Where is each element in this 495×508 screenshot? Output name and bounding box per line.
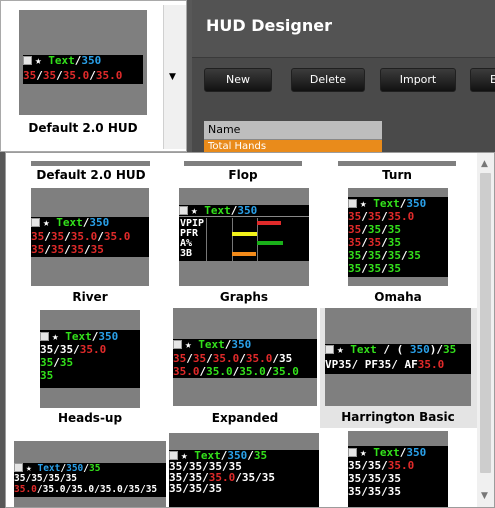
item-turn[interactable]: Turn bbox=[338, 168, 456, 182]
harrington-thumb: ★ Text / ( 350)/35 VP35/ PF35/ AF35.0 bbox=[325, 308, 471, 406]
item-omaha[interactable]: Omaha bbox=[348, 290, 448, 304]
item-default-hud[interactable]: Default 2.0 HUD bbox=[21, 168, 161, 182]
headsup-thumb: ★ Text/350 35/35/35.0 35/35 35 bbox=[40, 310, 140, 408]
list-header-name[interactable]: Name bbox=[204, 121, 382, 140]
hud-thumb-row4-2[interactable]: ★ Text/350/35 35/35/35/35 35/35/35.0/35/… bbox=[169, 433, 319, 507]
combo-hud-preview: ★ Text/350 35/35/35.0/35.0 bbox=[23, 55, 143, 84]
default-hud-thumb bbox=[31, 161, 150, 166]
combo-dropdown-button[interactable]: ▼ bbox=[163, 5, 186, 149]
item-expanded[interactable]: Expanded bbox=[173, 411, 317, 425]
item-flop[interactable]: Flop bbox=[184, 168, 302, 182]
graph-label-3b: 3B bbox=[180, 248, 193, 259]
omaha-thumb: ★ Text/350 35/35/35.0 35/35/35 35/35/35 … bbox=[348, 188, 448, 286]
hud-designer-title: HUD Designer bbox=[206, 16, 332, 35]
turn-thumb bbox=[338, 161, 456, 166]
hud-dropdown-list: Default 2.0 HUD Flop Turn ★ Text/350 35/… bbox=[5, 152, 495, 508]
hud-thumb-row4-1[interactable]: ★ Text/350/35 35/35/35/35 35.0/35.0/35.0… bbox=[14, 441, 166, 507]
row4-hud-preview-2: ★ Text/350/35 35/35/35/35 35/35/35.0/35/… bbox=[169, 450, 319, 507]
graph-bar bbox=[232, 232, 257, 236]
expanded-hud-preview: ★ Text/350 35/35/35.0/35.0/35 35.0/35.0/… bbox=[173, 339, 317, 378]
chevron-down-icon: ▼ bbox=[169, 72, 176, 82]
expanded-thumb: ★ Text/350 35/35/35.0/35.0/35 35.0/35.0/… bbox=[173, 308, 317, 406]
player-icon bbox=[173, 340, 182, 349]
graph-bar bbox=[232, 252, 256, 256]
river-thumb: ★ Text/350 35/35/35.0/35.0 35/35/35/35 bbox=[31, 188, 149, 286]
player-icon bbox=[348, 199, 357, 208]
scroll-down-icon[interactable]: ▼ bbox=[481, 491, 488, 501]
scroll-up-icon[interactable]: ▲ bbox=[481, 159, 488, 169]
graph-bar bbox=[257, 241, 283, 245]
river-hud-preview: ★ Text/350 35/35/35.0/35.0 35/35/35/35 bbox=[31, 217, 149, 257]
flop-thumb bbox=[184, 161, 302, 166]
harrington-hud-preview: ★ Text / ( 350)/35 VP35/ PF35/ AF35.0 bbox=[325, 344, 471, 374]
graph-labels: VPIP PFR A% 3B bbox=[180, 219, 204, 259]
graph-divider bbox=[206, 218, 207, 261]
graph-bar bbox=[257, 221, 281, 225]
hud-thumb-row4-3[interactable]: ★ Text/350 35/35/35.0 35/35/35 35/35/35 bbox=[348, 431, 448, 507]
new-button[interactable]: New bbox=[204, 68, 272, 92]
omaha-hud-preview: ★ Text/350 35/35/35.0 35/35/35 35/35/35 … bbox=[348, 197, 448, 277]
combo-selected-label: Default 2.0 HUD bbox=[28, 121, 138, 135]
scrollbar-thumb[interactable] bbox=[480, 173, 491, 473]
player-icon bbox=[169, 451, 178, 460]
player-icon bbox=[14, 463, 23, 472]
combo-thumb: ★ Text/350 35/35/35.0/35.0 bbox=[19, 10, 147, 115]
row4-hud-preview-3: ★ Text/350 35/35/35.0 35/35/35 35/35/35 bbox=[348, 446, 448, 507]
hud-combobox[interactable]: ★ Text/350 35/35/35.0/35.0 Default 2.0 H… bbox=[0, 0, 187, 152]
import-button[interactable]: Import bbox=[380, 68, 456, 92]
hud-designer-header: HUD Designer bbox=[192, 0, 495, 58]
export-button[interactable]: E bbox=[470, 68, 495, 92]
dropdown-scrollbar[interactable]: ▲ ▼ bbox=[477, 153, 494, 507]
item-headsup[interactable]: Heads-up bbox=[40, 411, 140, 425]
player-icon bbox=[40, 332, 49, 341]
player-icon bbox=[31, 218, 40, 227]
player-icon bbox=[23, 56, 32, 65]
headsup-hud-preview: ★ Text/350 35/35/35.0 35/35 35 bbox=[40, 330, 140, 388]
item-harrington-basic[interactable]: Harrington Basic bbox=[325, 410, 471, 424]
player-icon bbox=[179, 206, 188, 215]
row4-hud-preview-1: ★ Text/350/35 35/35/35/35 35.0/35.0/35.0… bbox=[14, 463, 166, 497]
delete-button[interactable]: Delete bbox=[291, 68, 365, 92]
item-graphs[interactable]: Graphs bbox=[179, 290, 309, 304]
graphs-hud-preview: ★ Text/350 VPIP PFR A% 3B bbox=[179, 205, 309, 261]
player-icon bbox=[348, 448, 357, 457]
graphs-thumb: ★ Text/350 VPIP PFR A% 3B bbox=[179, 188, 309, 286]
player-icon bbox=[325, 345, 334, 354]
item-river[interactable]: River bbox=[31, 290, 149, 304]
